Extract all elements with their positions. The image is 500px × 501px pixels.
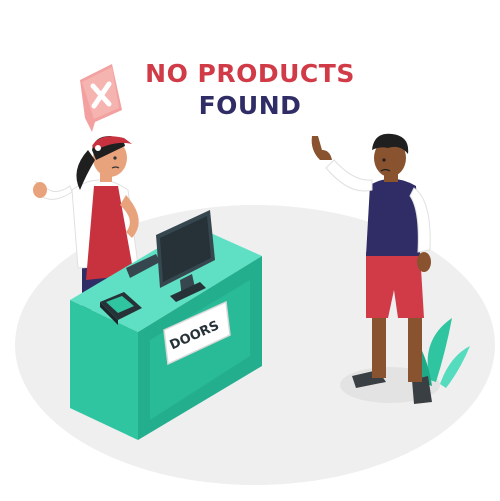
title-line-1: NO PRODUCTS — [145, 59, 355, 88]
page-title: NO PRODUCTS FOUND — [140, 58, 360, 122]
error-bubble — [80, 64, 122, 132]
illustration-stage: NO PRODUCTS FOUND DOORS — [0, 0, 500, 501]
title-line-2: FOUND — [198, 91, 302, 120]
